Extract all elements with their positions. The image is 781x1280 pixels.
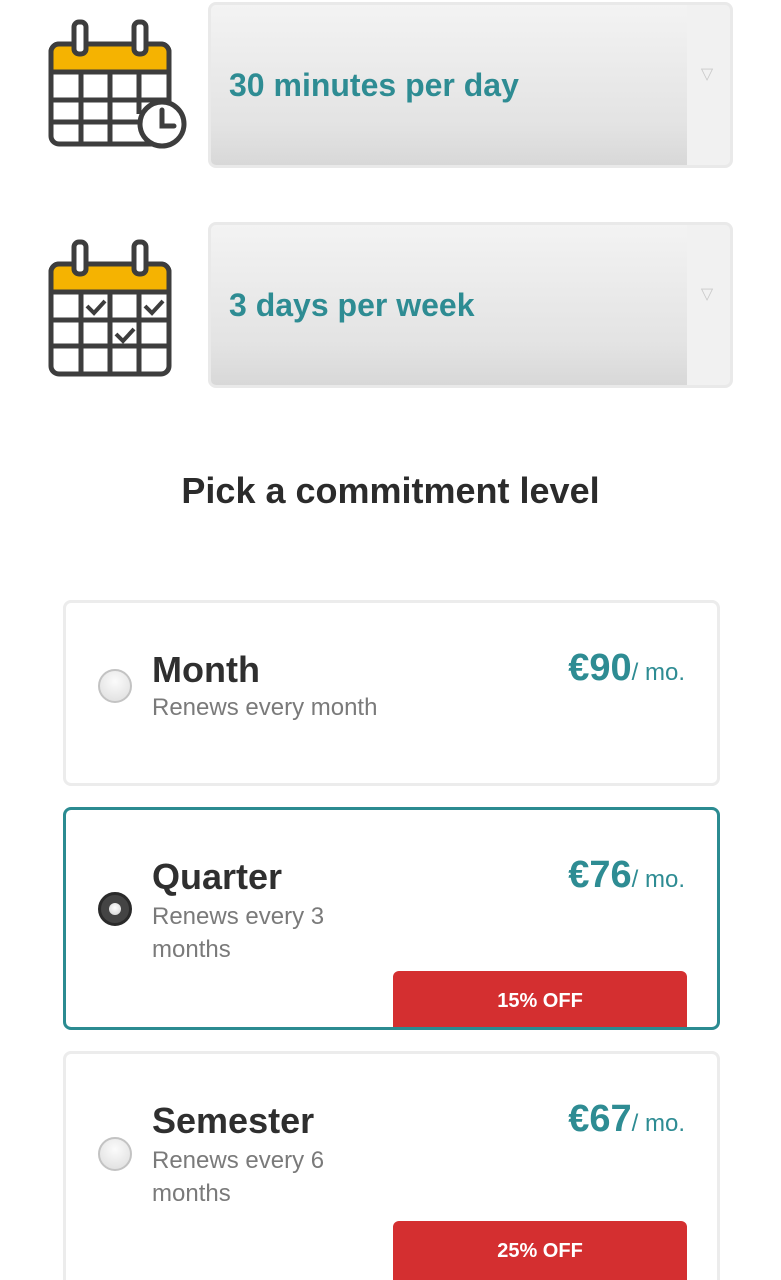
plan-name: Semester	[152, 1100, 315, 1141]
plan-name: Month	[152, 649, 260, 690]
plan-card-quarter[interactable]: Quarter Renews every 3 months €76/ mo. 1…	[63, 807, 720, 1030]
calendar-check-icon	[48, 239, 172, 377]
frequency-value: 3 days per week	[229, 287, 475, 323]
discount-badge: 25% OFF	[393, 1221, 687, 1280]
plan-name: Quarter	[152, 856, 283, 897]
price-amount: €76	[568, 854, 632, 896]
duration-value: 30 minutes per day	[229, 67, 519, 103]
plan-price: €90/ mo.	[568, 647, 685, 690]
discount-badge: 15% OFF	[393, 971, 687, 1027]
section-title: Pick a commitment level	[181, 470, 600, 511]
plan-card-month[interactable]: Month Renews every month €90/ mo.	[63, 600, 720, 786]
price-unit: / mo.	[631, 1110, 685, 1137]
price-unit: / mo.	[631, 866, 685, 893]
plan-price: €76/ mo.	[568, 854, 685, 897]
price-amount: €67	[568, 1098, 632, 1140]
plan-description: Renews every month	[152, 694, 378, 721]
price-unit: / mo.	[631, 659, 685, 686]
calendar-clock-icon	[48, 19, 187, 149]
plan-card-semester[interactable]: Semester Renews every 6 months €67/ mo. …	[63, 1051, 720, 1280]
plan-radio-semester[interactable]	[98, 1137, 132, 1171]
chevron-down-icon: ▽	[700, 66, 714, 83]
plan-radio-month[interactable]	[98, 669, 132, 703]
plan-price: €67/ mo.	[568, 1098, 685, 1141]
duration-select-face: 30 minutes per day	[211, 5, 687, 165]
plan-radio-quarter[interactable]	[98, 892, 132, 926]
frequency-select-face: 3 days per week	[211, 225, 687, 385]
duration-select[interactable]: 30 minutes per day ▽	[208, 2, 733, 168]
frequency-select[interactable]: 3 days per week ▽	[208, 222, 733, 388]
chevron-down-icon: ▽	[700, 286, 714, 303]
plan-description: Renews every 6 months	[152, 1147, 325, 1207]
price-amount: €90	[568, 647, 632, 689]
frequency-row: 3 days per week ▽	[0, 220, 781, 390]
duration-row: 30 minutes per day ▽	[0, 0, 781, 170]
plan-description: Renews every 3 months	[152, 903, 325, 963]
